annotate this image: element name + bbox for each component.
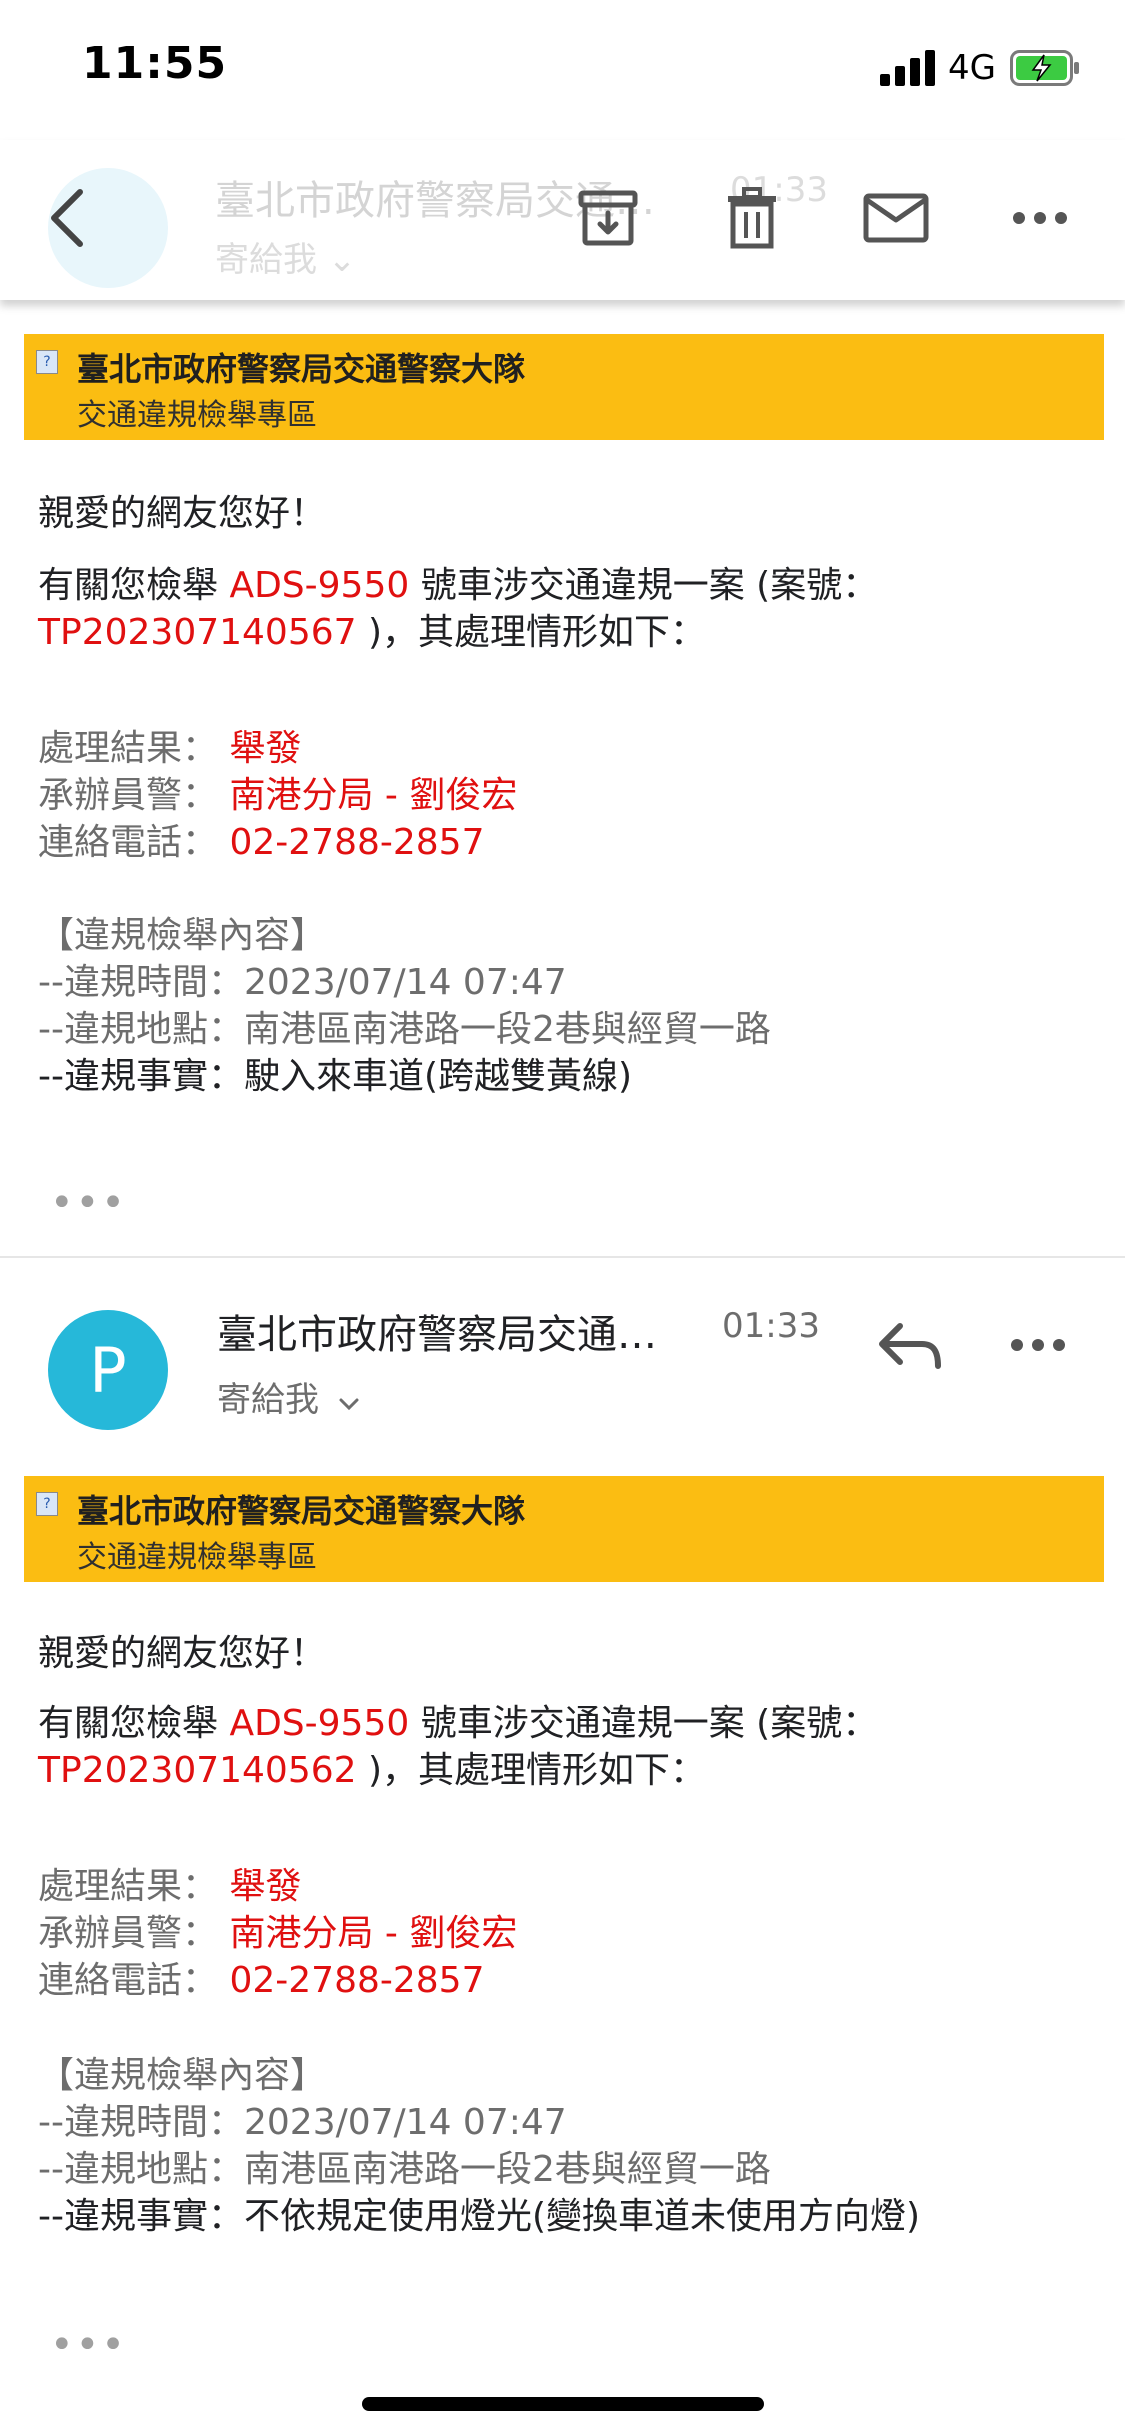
phone-label: 連絡電話： (38, 822, 219, 863)
mark-unread-button[interactable] (856, 178, 936, 258)
sender-name[interactable]: 臺北市政府警察局交通… (217, 1302, 657, 1360)
reply-icon (879, 1323, 941, 1369)
result-value: 舉發 (229, 1866, 302, 1907)
more-icon (1013, 212, 1067, 224)
officer-label: 承辦員警： (38, 775, 219, 816)
officer-row: 承辦員警： 南港分局 - 劉俊宏 (38, 1911, 517, 1957)
case-number: TP202307140567 (38, 612, 357, 653)
archive-icon (578, 190, 638, 246)
mail-icon (863, 193, 929, 243)
banner-subtitle: 交通違規檢舉專區 (77, 398, 317, 433)
recipient-toggle[interactable]: 寄給我 (217, 1372, 360, 1421)
home-indicator[interactable] (362, 2397, 764, 2411)
result-value: 舉發 (229, 728, 302, 769)
result-row: 處理結果： 舉發 (38, 726, 301, 772)
greeting: 親愛的網友您好！ (38, 493, 327, 534)
banner-subtitle: 交通違規檢舉專區 (77, 1540, 317, 1575)
banner-title: 臺北市政府警察局交通警察大隊 (77, 350, 526, 388)
result-row: 處理結果： 舉發 (38, 1864, 301, 1910)
phone-row: 連絡電話： 02-2788-2857 (38, 1958, 485, 2004)
more-button[interactable] (1000, 178, 1080, 258)
plate-number: ADS-9550 (229, 565, 410, 606)
message-toolbar: 臺北市政府警察局交通… 寄給我 ⌄ 01:33 (0, 140, 1125, 300)
officer-value: 南港分局 - 劉俊宏 (229, 775, 518, 816)
faded-to-me: 寄給我 ⌄ (215, 240, 357, 280)
message-more-button[interactable] (1010, 1320, 1070, 1370)
intro-line: 有關您檢舉 ADS-9550 號車涉交通違規一案 (案號： (38, 1701, 878, 1747)
case-line: TP202307140562 )，其處理情形如下： (38, 1748, 706, 1794)
back-button[interactable] (28, 178, 108, 258)
status-bar: 11:55 4G (0, 0, 1125, 140)
show-trimmed-button[interactable]: ••• (50, 2322, 127, 2368)
officer-label: 承辦員警： (38, 1913, 219, 1954)
archive-button[interactable] (568, 178, 648, 258)
intro-middle: 號車涉交通違規一案 (案號： (409, 565, 879, 606)
to-me-label: 寄給我 (217, 1380, 319, 1420)
phone-value[interactable]: 02-2788-2857 (229, 1960, 484, 2001)
violation-fact: --違規事實：不依規定使用燈光(變換車道未使用方向燈) (38, 2196, 921, 2237)
signal-icon (880, 50, 935, 86)
chevron-down-icon (339, 1398, 359, 1411)
content-header: 【違規檢舉內容】 (38, 915, 327, 956)
case-line: TP202307140567 )，其處理情形如下： (38, 610, 706, 656)
email-banner: ? 臺北市政府警察局交通警察大隊 交通違規檢舉專區 (24, 1476, 1104, 1582)
message-divider (0, 1256, 1125, 1258)
intro-suffix: )，其處理情形如下： (356, 1750, 707, 1791)
sent-time: 01:33 (722, 1306, 820, 1346)
reply-button[interactable] (872, 1310, 952, 1380)
show-trimmed-button[interactable]: ••• (50, 1180, 127, 1226)
violation-time: --違規時間：2023/07/14 07:47 (38, 962, 567, 1003)
violation-location: --違規地點：南港區南港路一段2巷與經貿一路 (38, 1009, 771, 1050)
phone-row: 連絡電話： 02-2788-2857 (38, 820, 485, 866)
more-icon (1011, 1339, 1065, 1351)
email-banner: ? 臺北市政府警察局交通警察大隊 交通違規檢舉專區 (24, 334, 1104, 440)
status-time: 11:55 (82, 38, 228, 89)
case-number: TP202307140562 (38, 1750, 357, 1791)
delete-button[interactable] (712, 178, 792, 258)
network-label: 4G (948, 48, 996, 88)
violation-fact: --違規事實：駛入來車道(跨越雙黃線) (38, 1056, 633, 1097)
phone-value[interactable]: 02-2788-2857 (229, 822, 484, 863)
content-header: 【違規檢舉內容】 (38, 2055, 327, 2096)
violation-time: --違規時間：2023/07/14 07:47 (38, 2102, 567, 2143)
greeting: 親愛的網友您好！ (38, 1633, 327, 1674)
back-icon (51, 189, 83, 247)
result-label: 處理結果： (38, 1866, 219, 1907)
intro-suffix: )，其處理情形如下： (356, 612, 707, 653)
intro-middle: 號車涉交通違規一案 (案號： (409, 1703, 879, 1744)
trash-icon (728, 187, 776, 249)
intro-prefix: 有關您檢舉 (38, 1703, 230, 1744)
avatar[interactable]: P (48, 1310, 168, 1430)
officer-value: 南港分局 - 劉俊宏 (229, 1913, 518, 1954)
phone-label: 連絡電話： (38, 1960, 219, 2001)
violation-location: --違規地點：南港區南港路一段2巷與經貿一路 (38, 2149, 771, 2190)
broken-image-icon: ? (36, 1492, 58, 1516)
officer-row: 承辦員警： 南港分局 - 劉俊宏 (38, 773, 517, 819)
result-label: 處理結果： (38, 728, 219, 769)
banner-title: 臺北市政府警察局交通警察大隊 (77, 1492, 526, 1530)
intro-line: 有關您檢舉 ADS-9550 號車涉交通違規一案 (案號： (38, 563, 878, 609)
battery-charging-icon (1010, 50, 1079, 86)
plate-number: ADS-9550 (229, 1703, 410, 1744)
intro-prefix: 有關您檢舉 (38, 565, 230, 606)
broken-image-icon: ? (36, 350, 58, 374)
